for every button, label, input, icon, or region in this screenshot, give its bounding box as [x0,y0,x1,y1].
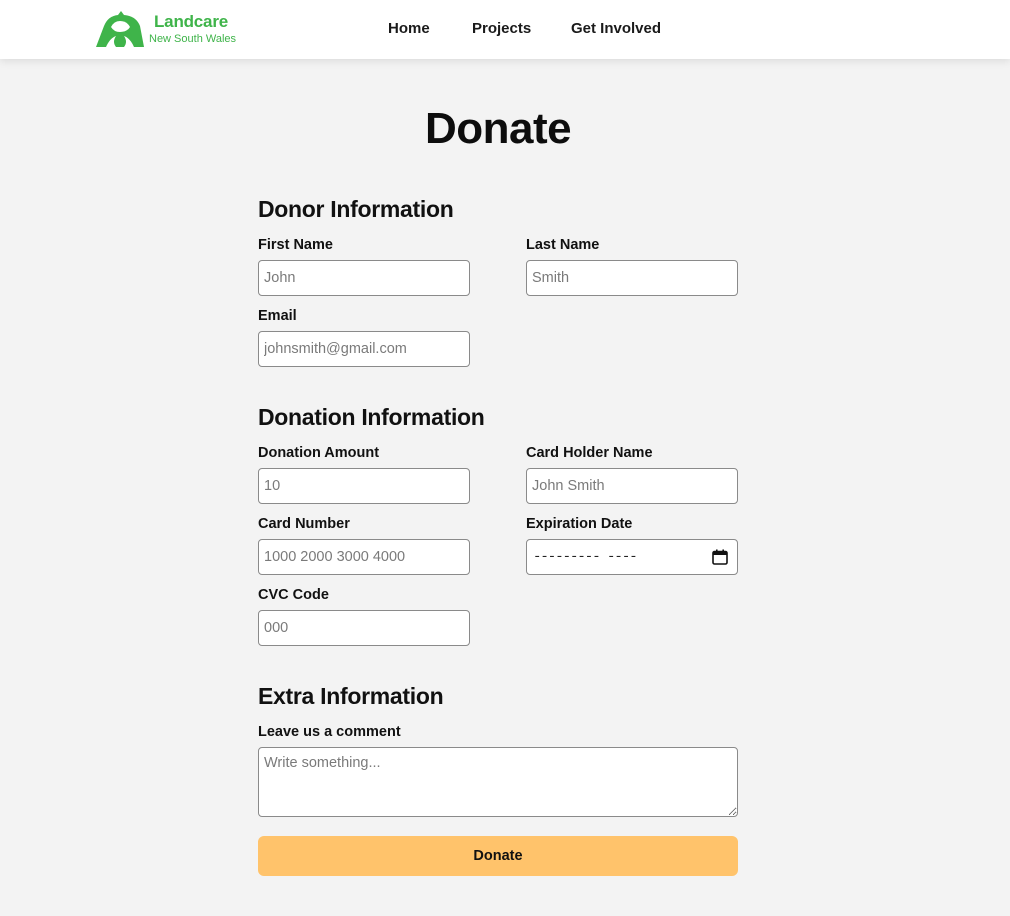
expiration-date-label: Expiration Date [526,516,633,532]
email-input[interactable] [258,331,470,367]
donation-amount-input[interactable] [258,468,470,504]
brand-name: Landcare [154,12,228,31]
first-name-input[interactable] [258,260,470,296]
brand-logo[interactable]: Landcare New South Wales [94,10,237,50]
nav-get-involved-link[interactable]: Get Involved [571,20,661,37]
extra-information-heading: Extra Information [258,683,444,709]
card-number-label: Card Number [258,516,350,532]
top-navigation-bar: Landcare New South Wales Home Projects G… [0,0,1010,59]
comment-label: Leave us a comment [258,724,401,740]
page-title: Donate [424,104,572,153]
donor-information-heading: Donor Information [258,196,454,222]
expiration-date-mask: --------- ---- [533,549,638,565]
brand-subtitle: New South Wales [149,33,237,45]
hands-around-australia-icon [96,11,144,47]
donate-button[interactable]: Donate [258,836,738,876]
card-holder-name-input[interactable] [526,468,738,504]
calendar-icon[interactable] [712,549,728,565]
donation-information-heading: Donation Information [258,404,485,430]
cvc-code-label: CVC Code [258,587,329,603]
last-name-input[interactable] [526,260,738,296]
cvc-code-input[interactable] [258,610,470,646]
comment-textarea[interactable] [258,747,738,817]
card-number-input[interactable] [258,539,470,575]
card-holder-name-label: Card Holder Name [526,445,653,461]
last-name-label: Last Name [526,237,600,253]
email-label: Email [258,308,297,324]
nav-projects-link[interactable]: Projects [472,20,531,37]
donation-amount-label: Donation Amount [258,445,380,461]
nav-home-link[interactable]: Home [388,20,430,37]
expiration-date-input[interactable]: --------- ---- [526,539,738,575]
first-name-label: First Name [258,237,333,253]
